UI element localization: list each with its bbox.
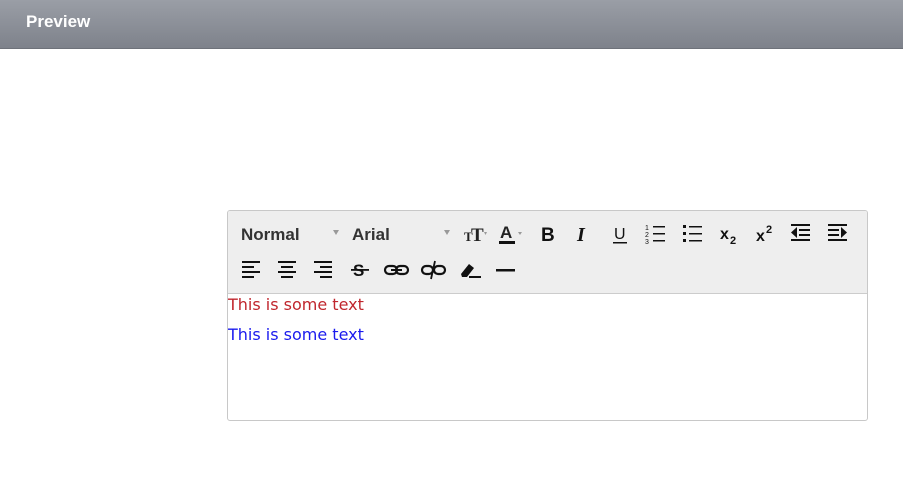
- editor-content[interactable]: This is some text This is some text: [228, 294, 867, 420]
- align-center-icon: [278, 261, 296, 278]
- svg-text:U: U: [614, 226, 626, 243]
- text-color-icon: A: [499, 223, 522, 244]
- subscript-icon: x 2: [720, 226, 736, 247]
- superscript-icon: x 2: [756, 224, 772, 245]
- align-left-button[interactable]: [239, 257, 265, 283]
- font-size-button[interactable]: T T: [461, 221, 487, 247]
- outdent-icon: [791, 224, 810, 241]
- link-button[interactable]: [383, 257, 410, 283]
- unlink-icon: [420, 260, 447, 280]
- chevron-down-icon: [333, 230, 339, 235]
- align-center-button[interactable]: [275, 257, 301, 283]
- preview-header: Preview: [0, 0, 903, 49]
- svg-text:A: A: [500, 223, 512, 242]
- outdent-button[interactable]: [788, 221, 814, 247]
- svg-text:I: I: [576, 224, 586, 246]
- italic-icon: I: [576, 224, 586, 246]
- ordered-list-button[interactable]: 1 2 3: [643, 221, 669, 247]
- page-title: Preview: [26, 12, 91, 31]
- indent-icon: [828, 224, 847, 241]
- horizontal-rule-icon: [496, 269, 515, 272]
- underline-icon: U: [613, 226, 627, 244]
- eraser-icon: [461, 264, 481, 278]
- unlink-button[interactable]: [420, 257, 447, 283]
- superscript-button[interactable]: x 2: [753, 221, 779, 247]
- format-select-value: Normal: [241, 225, 300, 244]
- svg-text:1: 1: [645, 225, 649, 232]
- editor-toolbar: Normal Arial T T A B I U 1 2 3 x 2 x 2: [228, 211, 867, 294]
- svg-text:B: B: [541, 225, 555, 246]
- font-select-value: Arial: [352, 225, 390, 244]
- subscript-button[interactable]: x 2: [717, 221, 743, 247]
- strikethrough-button[interactable]: S: [348, 257, 374, 283]
- indent-button[interactable]: [825, 221, 851, 247]
- chevron-down-icon: [444, 230, 450, 235]
- underline-button[interactable]: U: [608, 221, 634, 247]
- clear-formatting-button[interactable]: [457, 257, 483, 283]
- bullet-list-button[interactable]: [680, 221, 706, 247]
- svg-text:T: T: [471, 225, 484, 246]
- rich-text-editor: Normal Arial T T A B I U 1 2 3 x 2 x 2 T…: [227, 210, 868, 421]
- bullet-list-icon: [683, 225, 702, 242]
- align-left-icon: [242, 261, 260, 278]
- strikethrough-icon: S: [351, 261, 369, 280]
- content-line: This is some text: [228, 325, 364, 344]
- link-icon: [383, 264, 410, 276]
- align-right-button[interactable]: [311, 257, 337, 283]
- bold-button[interactable]: B: [537, 221, 563, 247]
- svg-text:x: x: [756, 228, 765, 245]
- svg-text:2: 2: [766, 224, 772, 236]
- text-color-button[interactable]: A: [498, 221, 524, 247]
- horizontal-rule-button[interactable]: [493, 257, 519, 283]
- format-select[interactable]: Normal: [241, 223, 341, 245]
- svg-text:x: x: [720, 226, 729, 243]
- svg-text:2: 2: [645, 232, 649, 239]
- content-line: This is some text: [228, 295, 364, 314]
- italic-button[interactable]: I: [572, 221, 598, 247]
- font-size-icon: T T: [464, 225, 487, 246]
- svg-text:3: 3: [645, 239, 649, 246]
- ordered-list-icon: 1 2 3: [645, 225, 665, 246]
- bold-icon: B: [541, 225, 555, 246]
- font-select[interactable]: Arial: [352, 223, 454, 245]
- svg-text:2: 2: [730, 235, 736, 247]
- align-right-icon: [314, 261, 332, 278]
